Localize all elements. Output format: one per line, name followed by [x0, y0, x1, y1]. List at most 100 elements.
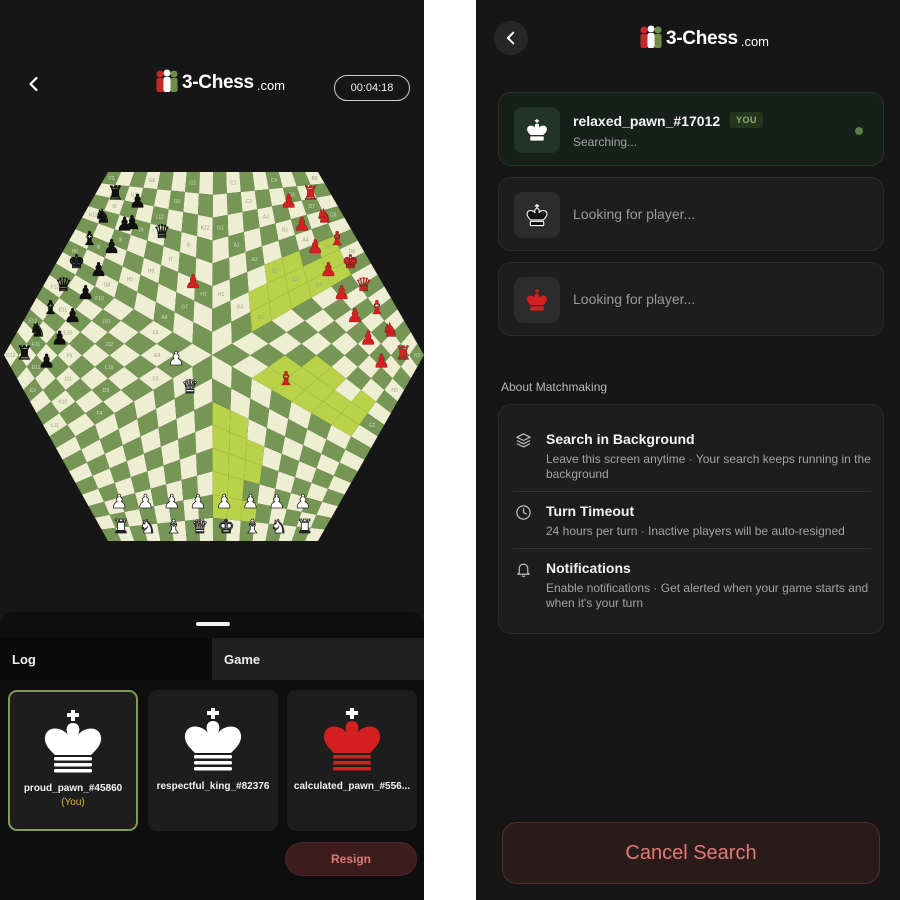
white-king-piece[interactable]: ♚	[217, 516, 235, 539]
black-pawn-piece[interactable]: ♟	[129, 190, 146, 212]
white-pawn-piece[interactable]: ♟	[241, 491, 259, 514]
square-label: K10	[58, 400, 67, 406]
red-pawn-piece[interactable]: ♟	[306, 236, 324, 258]
red-pawn-piece[interactable]: ♟	[373, 350, 390, 373]
player-card-you[interactable]: proud_pawn_#45860 (You)	[8, 690, 138, 831]
square-label: G1	[217, 225, 224, 231]
square-label: F9	[66, 353, 72, 359]
black-rook-piece[interactable]: ♜	[107, 182, 124, 204]
brand-logo: 3-Chess .com	[154, 68, 285, 94]
cancel-search-button[interactable]: Cancel Search	[502, 822, 880, 884]
red-bishop-piece[interactable]: ♝	[328, 228, 346, 250]
white-knight-piece[interactable]: ♞	[270, 516, 288, 539]
white-pawn-piece[interactable]: ♟	[163, 491, 181, 514]
red-king-icon	[323, 708, 381, 771]
red-bishop-piece[interactable]: ♝	[277, 368, 294, 390]
slot-player-name: relaxed_pawn_#17012	[573, 113, 721, 129]
chevron-left-icon	[506, 31, 515, 45]
white-bishop-piece[interactable]: ♝	[243, 516, 261, 539]
black-king-piece[interactable]: ♚	[68, 251, 85, 273]
back-button[interactable]	[17, 67, 51, 101]
bottom-sheet: Log Game proud_pawn_#45860 (You) respect…	[0, 612, 424, 900]
red-pawn-piece[interactable]: ♟	[280, 190, 297, 212]
board-square[interactable]	[183, 192, 199, 215]
square-label: E8	[149, 178, 155, 184]
player-card-2[interactable]: respectful_king_#82376	[148, 690, 278, 831]
square-label: L12	[156, 215, 165, 221]
board-square[interactable]	[212, 193, 228, 218]
black-bishop-piece[interactable]: ♝	[42, 297, 59, 319]
logo-domain: .com	[740, 34, 769, 49]
board-square[interactable]	[199, 172, 213, 195]
black-knight-piece[interactable]: ♞	[29, 320, 46, 342]
black-queen-piece[interactable]: ♛	[55, 274, 72, 296]
red-king-icon	[527, 289, 547, 311]
board-square[interactable]	[239, 172, 255, 192]
board-square[interactable]	[198, 193, 213, 218]
red-pawn-piece[interactable]: ♟	[320, 259, 337, 281]
white-pawn-piece[interactable]: ♟	[189, 491, 207, 514]
brand-logo: 3-Chess .com	[638, 24, 769, 50]
red-rook-piece[interactable]: ♜	[395, 342, 412, 365]
black-pawn-piece[interactable]: ♟	[51, 328, 68, 350]
white-rook-piece[interactable]: ♜	[112, 516, 130, 539]
black-pawn-piece[interactable]: ♟	[123, 212, 140, 234]
red-bishop-piece[interactable]: ♝	[368, 297, 385, 319]
white-queen-piece[interactable]: ♛	[181, 376, 199, 399]
white-pawn-piece[interactable]: ♟	[167, 348, 185, 371]
black-rook-piece[interactable]: ♜	[16, 342, 33, 365]
board-square[interactable]	[181, 212, 198, 237]
red-king-piece[interactable]: ♚	[342, 251, 359, 273]
board-square[interactable]	[227, 212, 244, 237]
black-pawn-piece[interactable]: ♟	[77, 282, 94, 304]
red-pawn-piece[interactable]: ♟	[293, 213, 310, 235]
black-pawn-piece[interactable]: ♟	[38, 350, 55, 373]
black-queen-piece[interactable]: ♛	[153, 221, 170, 243]
white-queen-piece[interactable]: ♛	[191, 516, 209, 539]
square-label: K12	[201, 225, 210, 231]
slot-icon	[514, 107, 560, 153]
game-screen: 3-Chess .com 00:04:18 D12 E12 F12 F11 E11 D11…	[0, 0, 424, 900]
red-pawn-piece[interactable]: ♟	[184, 271, 201, 293]
red-pawn-piece[interactable]: ♟	[346, 305, 363, 327]
white-pawn-piece[interactable]: ♟	[110, 491, 128, 514]
sheet-drag-handle[interactable]	[196, 622, 230, 626]
player-name: respectful_king_#82376	[156, 781, 270, 792]
board-square[interactable]	[226, 192, 243, 215]
board-square[interactable]	[171, 172, 187, 192]
square-label: F4	[97, 411, 103, 417]
square-label: B4	[316, 283, 322, 289]
white-pawn-piece[interactable]: ♟	[268, 491, 286, 514]
red-pawn-piece[interactable]: ♟	[333, 282, 350, 304]
info-desc: 24 hours per turn · Inactive players wil…	[546, 524, 845, 538]
black-pawn-piece[interactable]: ♟	[64, 305, 81, 327]
white-rook-piece[interactable]: ♜	[296, 516, 314, 539]
back-button[interactable]	[494, 21, 528, 55]
tab-log[interactable]: Log	[0, 638, 212, 680]
player-card-3[interactable]: calculated_pawn_#556...	[287, 690, 417, 831]
resign-button[interactable]: Resign	[285, 842, 417, 876]
about-matchmaking-card: Search in Background Leave this screen a…	[498, 404, 884, 634]
white-king-icon	[527, 119, 547, 141]
white-pawn-piece[interactable]: ♟	[136, 491, 154, 514]
chess-board[interactable]: D12E12F12F11E11D11E10F10E9F9J10J11J12K10…	[0, 168, 424, 544]
board-square[interactable]	[212, 172, 227, 195]
square-label: C2	[246, 199, 253, 205]
tab-game[interactable]: Game	[212, 638, 424, 680]
clock-icon	[516, 505, 531, 520]
white-knight-piece[interactable]: ♞	[138, 516, 156, 539]
white-pawn-piece[interactable]: ♟	[215, 491, 233, 514]
white-king-icon	[184, 708, 242, 771]
red-knight-piece[interactable]: ♞	[381, 320, 399, 342]
black-pawn-piece[interactable]: ♟	[103, 236, 120, 258]
white-bishop-piece[interactable]: ♝	[165, 516, 183, 539]
red-queen-piece[interactable]: ♛	[355, 274, 372, 296]
black-pawn-piece[interactable]: ♟	[90, 259, 107, 281]
red-pawn-piece[interactable]: ♟	[359, 328, 377, 350]
matchmaking-screen: 3-Chess .com relaxed_pawn_#17012 YOU Sea…	[476, 0, 900, 900]
black-bishop-piece[interactable]: ♝	[81, 228, 98, 250]
red-knight-piece[interactable]: ♞	[315, 205, 332, 227]
red-rook-piece[interactable]: ♜	[302, 182, 319, 204]
black-knight-piece[interactable]: ♞	[94, 205, 111, 227]
white-pawn-piece[interactable]: ♟	[294, 491, 312, 514]
